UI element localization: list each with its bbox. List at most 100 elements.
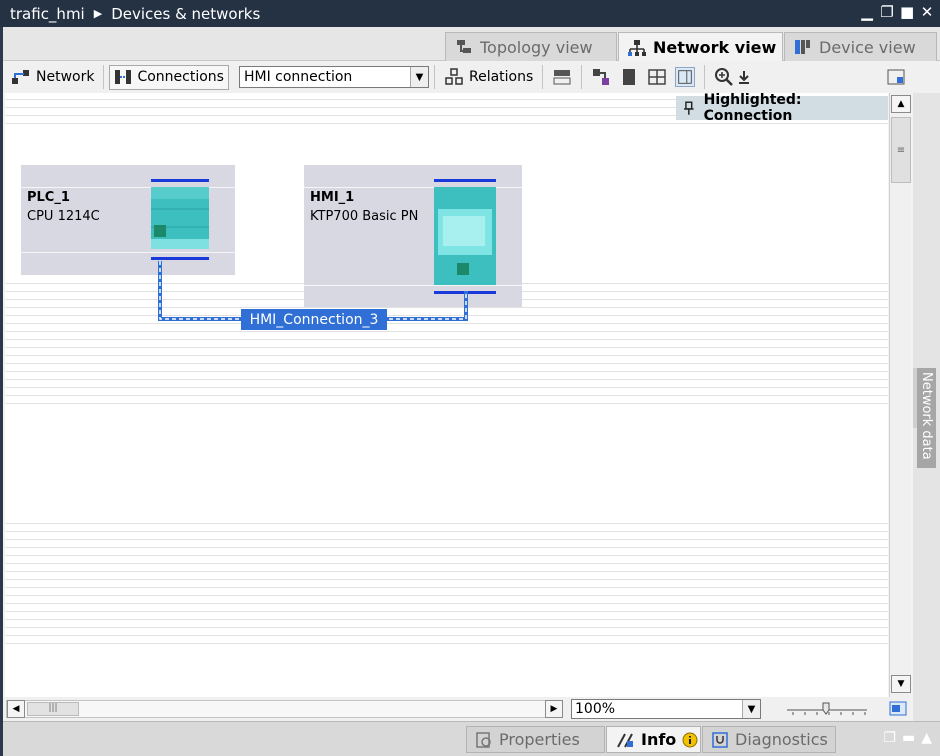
scroll-right-icon[interactable]: ▶ (545, 700, 563, 718)
overview-navigation-icon[interactable] (889, 700, 909, 718)
tab-diagnostics[interactable]: Diagnostics (702, 726, 836, 753)
grid-line (5, 571, 888, 572)
grid-line (5, 627, 888, 628)
toolbar-divider (704, 65, 706, 89)
grid-line (5, 547, 888, 548)
network-data-tab[interactable]: Network data (917, 368, 936, 468)
scroll-left-icon[interactable]: ◀ (7, 700, 25, 718)
zoom-value: 100% (575, 701, 616, 717)
grid-line (5, 403, 888, 404)
restore-icon[interactable]: ❐ (880, 3, 894, 21)
network-icon (628, 39, 646, 56)
chevron-down-icon[interactable]: ▼ (742, 700, 760, 718)
grid-line (5, 387, 888, 388)
page-icon[interactable] (619, 67, 639, 87)
network-data-sidebar[interactable]: Network data (913, 93, 940, 721)
toolbar-divider (433, 65, 435, 89)
device-icon (795, 40, 810, 54)
overview-icon[interactable] (886, 67, 906, 87)
grid-line (5, 531, 888, 532)
tab-topology-view[interactable]: Topology view (445, 32, 617, 61)
grid-line (5, 555, 888, 556)
editor-frame: Topology view Network view Device view N… (3, 27, 940, 756)
grid-line (5, 363, 888, 364)
info-icon (682, 732, 698, 747)
grid-line (5, 371, 888, 372)
view-tabs: Topology view Network view Device view (3, 27, 940, 62)
table-view-icon[interactable] (675, 67, 696, 87)
collapse-up-icon[interactable]: ▲ (921, 730, 932, 746)
network-canvas[interactable]: Highlighted: Connection PLC_1 CPU 1214C … (5, 93, 888, 697)
grid-line (5, 395, 888, 396)
minimize-icon[interactable]: ▬ (902, 730, 915, 746)
hmi-connection-line[interactable] (5, 93, 888, 353)
properties-icon (476, 731, 491, 748)
toolbar-divider (103, 65, 105, 89)
tab-diagnostics-label: Diagnostics (735, 730, 828, 749)
connections-mode-label: Connections (137, 69, 224, 85)
grid-line (5, 523, 888, 524)
horizontal-thumb[interactable]: ||| (27, 702, 79, 716)
grid-line (5, 379, 888, 380)
tab-info[interactable]: Info (606, 726, 701, 753)
diagnostics-icon (712, 731, 728, 748)
connection-type-select[interactable]: HMI connection ▼ (238, 66, 429, 88)
network-mode-label: Network (36, 69, 95, 85)
grid-line (5, 355, 888, 356)
editor-title: Devices & networks (111, 4, 261, 23)
vertical-scrollbar[interactable]: ▲ ≡ ▼ (889, 93, 911, 721)
scroll-up-icon[interactable]: ▲ (891, 95, 911, 113)
scroll-down-icon[interactable]: ▼ (891, 675, 911, 693)
grid-line (5, 635, 888, 636)
horizontal-scrollbar[interactable]: ◀ ||| ▶ (6, 700, 563, 718)
relations-icon (445, 68, 463, 85)
tab-device-view[interactable]: Device view (784, 32, 937, 61)
grid-line (5, 563, 888, 564)
info-tab-icon (617, 733, 633, 747)
tab-properties[interactable]: Properties (466, 726, 605, 753)
grid-line (5, 619, 888, 620)
restore-icon[interactable]: ❐ (883, 730, 896, 746)
chevron-down-icon[interactable]: ▼ (409, 67, 428, 87)
toolbar-divider (581, 65, 583, 89)
relations-button[interactable]: Relations (440, 65, 537, 90)
tab-info-label: Info (641, 730, 677, 749)
tab-device-label: Device view (819, 37, 916, 57)
scroll-thumb[interactable]: ≡ (891, 117, 911, 183)
interface-icon[interactable] (591, 67, 611, 87)
topology-icon (457, 40, 471, 53)
minimize-icon[interactable]: ▁ (860, 3, 874, 21)
title-bar: trafic_hmi ▶ Devices & networks ▁ ❐ ■ ✕ (0, 0, 940, 27)
network-mode-button[interactable]: Network (7, 65, 98, 90)
relations-label: Relations (468, 69, 534, 85)
zoom-select[interactable]: 100% ▼ (571, 699, 761, 719)
grid-line (5, 643, 888, 644)
tab-properties-label: Properties (499, 730, 580, 749)
connections-icon (115, 70, 132, 84)
zoom-in-icon[interactable] (714, 67, 734, 87)
maximize-icon[interactable]: ■ (900, 3, 914, 21)
grid-line (5, 587, 888, 588)
grid-line (5, 603, 888, 604)
tab-network-label: Network view (653, 38, 777, 57)
grid-line (5, 539, 888, 540)
panel-controls: ❐ ▬ ▲ (883, 730, 932, 746)
grid-line (5, 595, 888, 596)
toolbar: Network Connections HMI connection ▼ Rel… (3, 61, 940, 93)
connections-mode-button[interactable]: Connections (109, 64, 229, 90)
toolbar-divider (542, 65, 544, 89)
grid-icon[interactable] (647, 67, 667, 87)
project-name: trafic_hmi (10, 4, 85, 23)
inspector-tabs: Properties Info Diagnostics ❐ ▬ ▲ (3, 721, 940, 756)
breadcrumb-arrow-icon: ▶ (93, 7, 103, 20)
close-icon[interactable]: ✕ (920, 3, 934, 21)
download-icon[interactable] (738, 69, 750, 85)
canvas-status-bar: ◀ ||| ▶ 100% ▼ (3, 697, 911, 721)
show-names-icon[interactable] (552, 67, 572, 87)
network-mode-icon (12, 70, 29, 84)
tab-topology-label: Topology view (480, 37, 593, 57)
grid-line (5, 579, 888, 580)
tab-network-view[interactable]: Network view (618, 32, 783, 62)
zoom-slider[interactable] (785, 701, 869, 717)
connection-label[interactable]: HMI_Connection_3 (241, 309, 387, 330)
